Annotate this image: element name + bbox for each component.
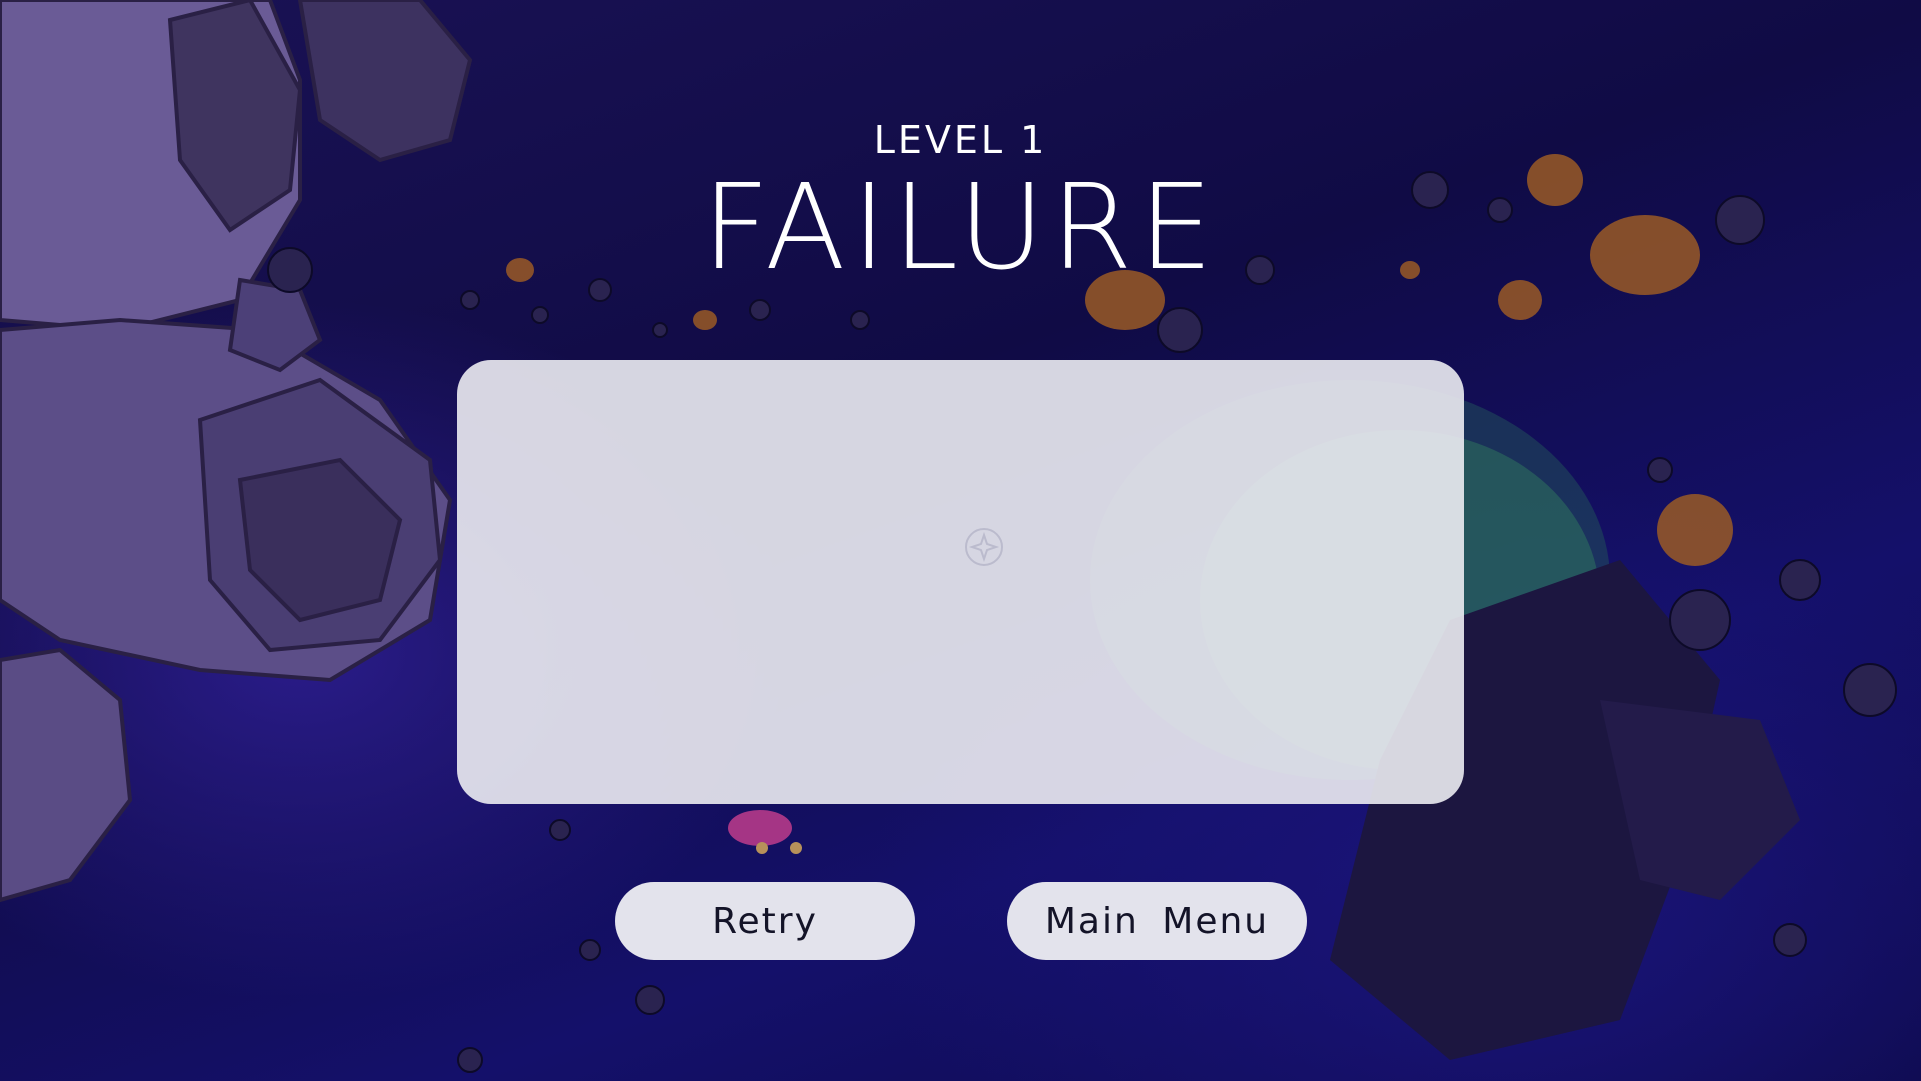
results-panel (457, 360, 1464, 804)
retry-button[interactable]: Retry (615, 882, 915, 960)
crosshair-icon (965, 528, 1003, 566)
pink-ship (728, 810, 802, 854)
main-menu-button[interactable]: Main Menu (1007, 882, 1307, 960)
failure-title: FAILURE (701, 158, 1220, 296)
level-label: LEVEL 1 (873, 118, 1048, 162)
game-scene: LEVEL 1 FAILURE Retry Main Menu (0, 0, 1921, 1081)
